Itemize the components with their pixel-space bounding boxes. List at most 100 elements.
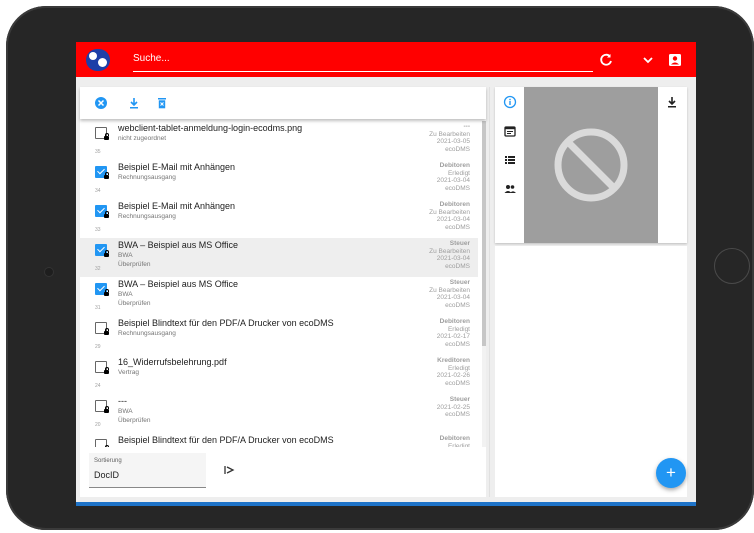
list-toolbar xyxy=(80,87,486,119)
doc-title: Beispiel Blindtext für den PDF/A Drucker… xyxy=(118,318,334,328)
lock-icon xyxy=(104,250,109,257)
document-list-item[interactable]: 31 BWA – Beispiel aus MS Office BWA Überprü… xyxy=(80,277,478,316)
doc-status: Erledigt xyxy=(447,442,470,448)
doc-owner: ecoDMS xyxy=(445,223,470,231)
add-button[interactable]: + xyxy=(656,458,686,488)
doc-category: Debitoren xyxy=(439,435,470,442)
doc-status: Zu Bearbeiten xyxy=(429,208,470,216)
lock-icon xyxy=(104,211,109,218)
doc-folder: Überprüfen xyxy=(118,300,151,307)
doc-title: BWA – Beispiel aus MS Office xyxy=(118,279,239,289)
doc-owner: ecoDMS xyxy=(445,145,470,153)
doc-status: Erledigt xyxy=(447,364,470,372)
doc-category: --- xyxy=(463,123,471,130)
doc-id: 33 xyxy=(95,227,101,233)
app-screen: 35 webclient-tablet-anmeldung-login-ecodm… xyxy=(76,42,696,506)
search-field[interactable] xyxy=(133,52,593,72)
list-icon[interactable] xyxy=(503,153,517,167)
document-preview[interactable] xyxy=(524,87,658,243)
doc-type: BWA xyxy=(118,291,133,298)
doc-id: 35 xyxy=(95,149,101,155)
download-icon[interactable] xyxy=(127,96,141,110)
doc-id: 20 xyxy=(95,422,101,428)
doc-id: 24 xyxy=(95,383,101,389)
home-button[interactable] xyxy=(714,248,750,284)
document-list-item[interactable]: 33 Beispiel E-Mail mit Anhängen Rechnungsa… xyxy=(80,199,478,238)
scroll-thumb[interactable] xyxy=(482,121,486,346)
doc-status: Zu Bearbeiten xyxy=(429,286,470,294)
doc-date: 2021-02-17 xyxy=(436,333,470,340)
doc-category: Kreditoren xyxy=(437,357,470,364)
doc-owner: ecoDMS xyxy=(445,379,470,387)
doc-owner: ecoDMS xyxy=(445,340,470,348)
doc-id: 32 xyxy=(95,266,101,272)
doc-type: Rechnungsausgang xyxy=(118,213,176,220)
document-list-item[interactable]: 20 --- BWA Überprüfen Steuer 2021-02-25 ecoDMS xyxy=(80,394,478,433)
doc-type: Vertrag xyxy=(118,369,139,376)
delete-icon[interactable] xyxy=(155,96,169,110)
people-icon[interactable] xyxy=(503,182,517,196)
sort-direction-icon[interactable] xyxy=(223,464,235,476)
cancel-icon[interactable] xyxy=(94,96,108,110)
doc-date: 2021-03-04 xyxy=(436,216,470,223)
doc-title: 16_Widerrufsbelehrung.pdf xyxy=(118,357,227,367)
doc-owner: ecoDMS xyxy=(445,411,470,418)
lock-icon xyxy=(104,367,109,374)
list-scrollbar[interactable] xyxy=(482,121,486,447)
document-list-item[interactable]: Beispiel Blindtext für den PDF/A Drucker… xyxy=(80,433,478,447)
doc-status: Zu Bearbeiten xyxy=(429,130,470,138)
detail-panel-body xyxy=(495,246,687,497)
calendar-icon[interactable] xyxy=(503,124,517,138)
doc-type: Rechnungsausgang xyxy=(118,330,176,337)
doc-folder: Überprüfen xyxy=(118,417,151,424)
doc-status: Erledigt xyxy=(447,325,470,333)
chevron-down-icon[interactable] xyxy=(640,52,656,68)
doc-meta: Debitoren Erledigt xyxy=(360,435,470,447)
doc-category: Steuer xyxy=(449,279,470,286)
panel-divider xyxy=(489,87,490,497)
doc-type: BWA xyxy=(118,408,133,415)
document-list-item[interactable]: 35 webclient-tablet-anmeldung-login-ecodm… xyxy=(80,121,478,160)
lock-icon xyxy=(104,289,109,296)
document-list-item[interactable]: 24 16_Widerrufsbelehrung.pdf Vertrag Kredit… xyxy=(80,355,478,394)
lock-icon xyxy=(104,406,109,413)
doc-id: 31 xyxy=(95,305,101,311)
doc-date: 2021-03-04 xyxy=(436,294,470,301)
info-icon[interactable] xyxy=(503,95,517,109)
account-box-icon[interactable] xyxy=(667,52,683,68)
doc-date: 2021-03-04 xyxy=(436,177,470,184)
document-list-panel: 35 webclient-tablet-anmeldung-login-ecodm… xyxy=(80,87,486,497)
doc-owner: ecoDMS xyxy=(445,301,470,309)
doc-id: 29 xyxy=(95,344,101,350)
detail-panel xyxy=(495,87,687,243)
doc-type: BWA xyxy=(118,252,133,259)
document-list: 35 webclient-tablet-anmeldung-login-ecodm… xyxy=(80,121,480,447)
document-list-item[interactable]: 32 BWA – Beispiel aus MS Office BWA Überprü… xyxy=(80,238,478,277)
doc-meta: Debitoren Erledigt 2021-02-17 ecoDMS xyxy=(360,318,470,348)
doc-date: 2021-02-26 xyxy=(436,372,470,379)
doc-type: nicht zugeordnet xyxy=(118,135,167,142)
top-app-bar xyxy=(76,42,696,77)
ecodms-logo xyxy=(86,49,110,71)
doc-id: 34 xyxy=(95,188,101,194)
doc-title: BWA – Beispiel aus MS Office xyxy=(118,240,239,250)
doc-folder: Überprüfen xyxy=(118,261,151,268)
camera xyxy=(45,268,53,276)
doc-title: --- xyxy=(118,396,127,406)
search-input[interactable] xyxy=(133,53,593,64)
doc-category: Steuer xyxy=(449,396,470,403)
doc-category: Debitoren xyxy=(439,201,470,208)
bottom-strip xyxy=(76,502,696,506)
lock-icon xyxy=(104,133,109,140)
sort-select[interactable]: Sortierung DocID xyxy=(89,453,206,488)
document-list-item[interactable]: 29 Beispiel Blindtext für den PDF/A Druck… xyxy=(80,316,478,355)
document-list-item[interactable]: 34 Beispiel E-Mail mit Anhängen Rechnungsa… xyxy=(80,160,478,199)
download-icon[interactable] xyxy=(665,95,679,109)
doc-status: Erledigt xyxy=(447,169,470,177)
doc-status: Zu Bearbeiten xyxy=(429,247,470,255)
doc-meta: Debitoren Zu Bearbeiten 2021-03-04 ecoDMS xyxy=(360,201,470,231)
doc-title: Beispiel Blindtext für den PDF/A Drucker… xyxy=(118,435,334,445)
doc-meta: Debitoren Erledigt 2021-03-04 ecoDMS xyxy=(360,162,470,192)
refresh-icon[interactable] xyxy=(598,52,614,68)
doc-category: Debitoren xyxy=(439,318,470,325)
